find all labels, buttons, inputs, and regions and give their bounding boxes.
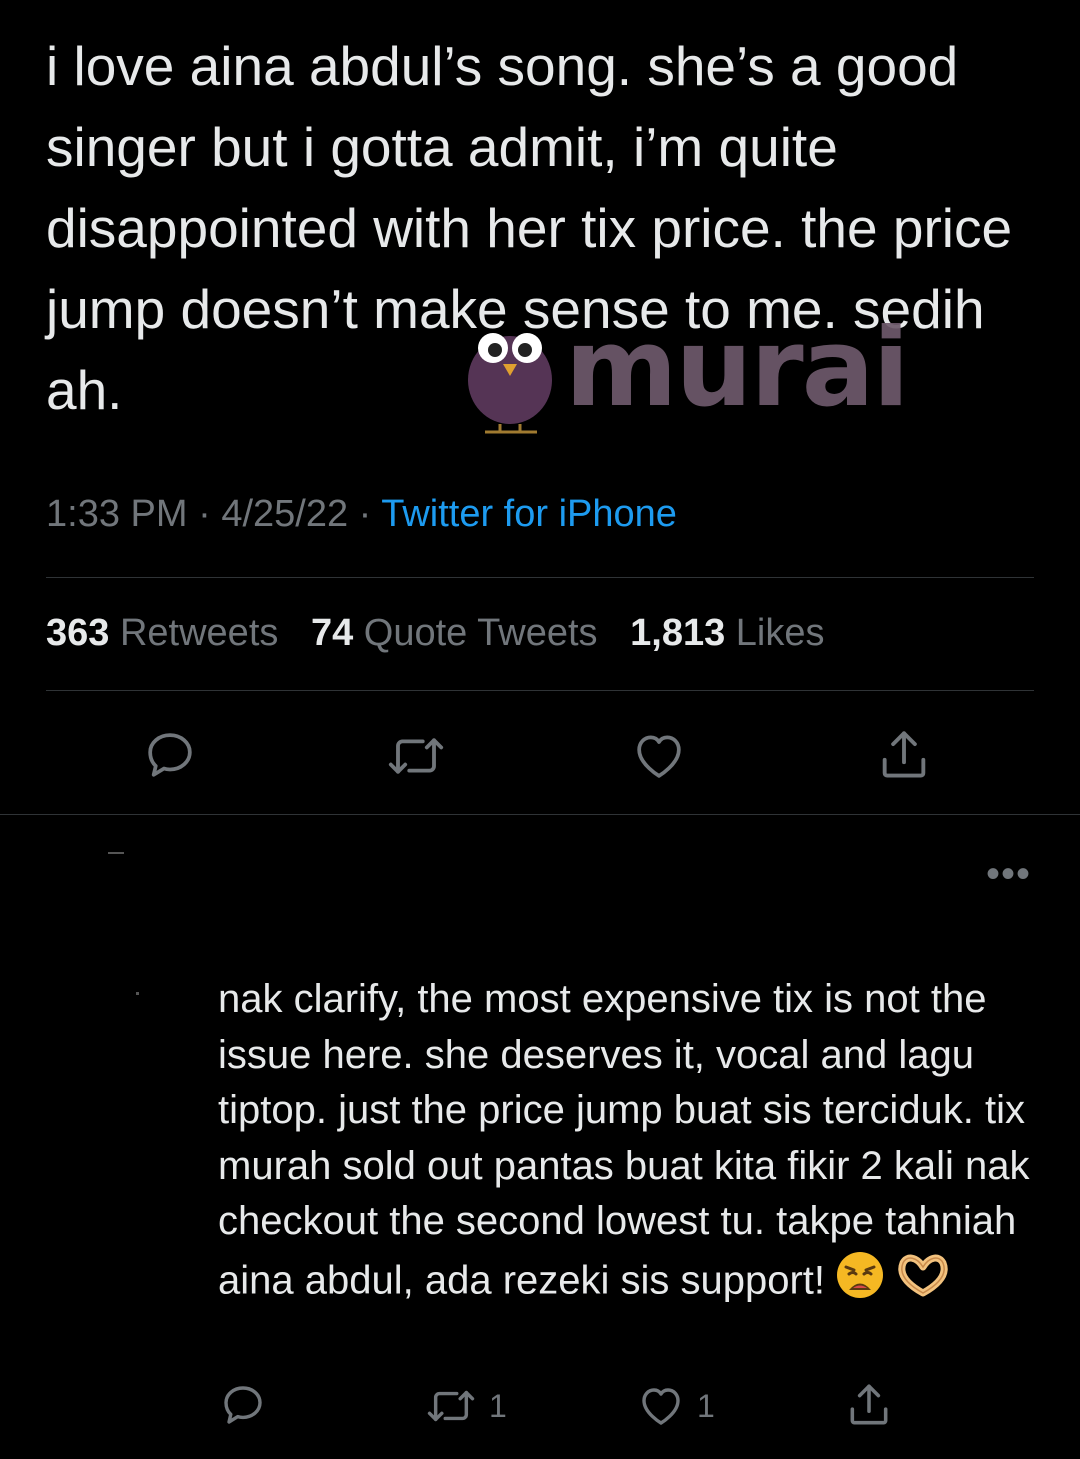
reply-icon <box>148 733 192 777</box>
share-icon <box>882 731 926 778</box>
share-icon <box>850 1384 888 1425</box>
heart-hands-icon <box>895 1253 951 1313</box>
heart-icon <box>642 1388 680 1425</box>
tweet-time[interactable]: 1:33 PM <box>46 493 188 535</box>
divider <box>46 577 1034 578</box>
reply-like-count: 1 <box>697 1387 715 1424</box>
more-options-icon[interactable]: ••• <box>986 852 1031 897</box>
redacted-mark <box>108 852 124 854</box>
share-button[interactable] <box>874 726 934 784</box>
meta-separator: · <box>348 493 382 535</box>
reply-share-button[interactable] <box>844 1380 894 1430</box>
reply-icon <box>224 1386 262 1424</box>
likes-stat[interactable]: 1,813 Likes <box>630 612 824 654</box>
reply-like-button[interactable]: 1 <box>637 1382 715 1430</box>
murai-watermark: murai <box>455 306 935 438</box>
retweets-count: 363 <box>46 612 110 654</box>
retweet-button[interactable] <box>386 729 446 783</box>
retweets-stat[interactable]: 363 Retweets <box>46 612 278 654</box>
divider <box>0 814 1080 815</box>
heart-icon <box>637 735 681 778</box>
reply-button[interactable] <box>142 727 198 783</box>
redacted-mark <box>136 992 139 995</box>
bird-logo-icon <box>468 333 552 434</box>
quote-tweets-stat[interactable]: 74 Quote Tweets <box>311 612 598 654</box>
tweet-stats: 363 Retweets 74 Quote Tweets 1,813 Likes <box>46 612 847 655</box>
like-button[interactable] <box>630 728 688 784</box>
quote-tweets-label: Quote Tweets <box>363 612 598 654</box>
reply-retweet-count: 1 <box>489 1387 507 1424</box>
divider <box>46 690 1034 691</box>
watermark-text: murai <box>565 306 910 431</box>
retweet-icon <box>427 1390 475 1422</box>
reply-retweet-button[interactable]: 1 <box>425 1383 507 1429</box>
retweet-icon <box>388 738 444 774</box>
weary-face-icon <box>835 1250 885 1316</box>
reply-reply-button[interactable] <box>219 1381 267 1429</box>
quote-tweets-count: 74 <box>310 612 354 654</box>
tweet-date[interactable]: 4/25/22 <box>221 493 348 535</box>
meta-separator: · <box>187 493 222 535</box>
likes-count: 1,813 <box>630 612 726 654</box>
retweets-label: Retweets <box>119 612 279 654</box>
tweet-meta: 1:33 PM · 4/25/22 · Twitter for iPhone <box>46 493 677 536</box>
tweet-source-link[interactable]: Twitter for iPhone <box>381 493 677 535</box>
reply-text: nak clarify, the most expensive tix is n… <box>218 972 1048 1315</box>
likes-label: Likes <box>735 612 825 654</box>
